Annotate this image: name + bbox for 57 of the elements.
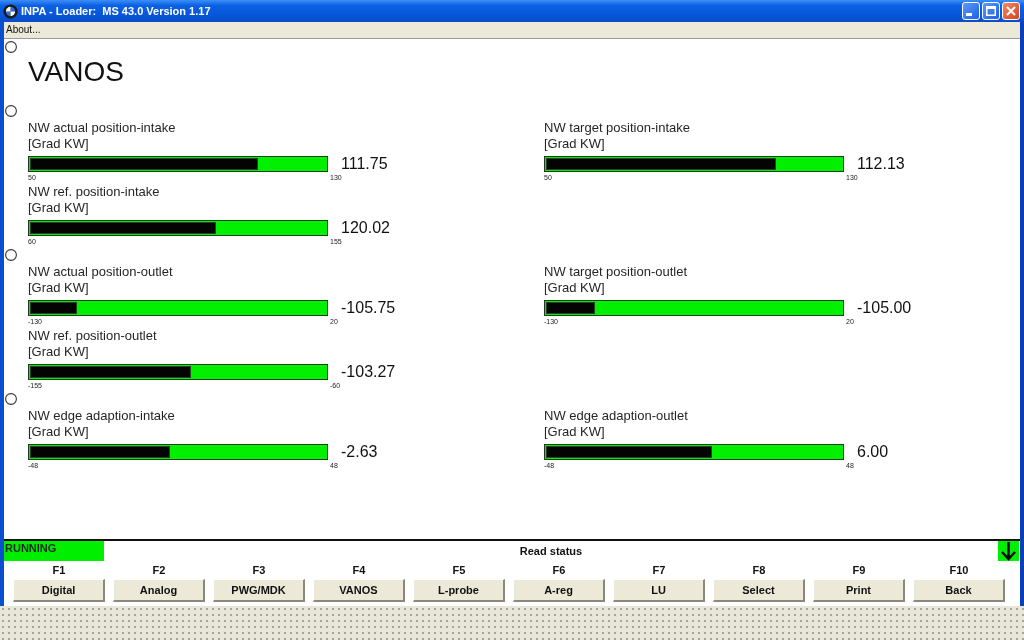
maximize-button[interactable]	[982, 2, 1000, 20]
function-key-label: F2	[152, 563, 166, 577]
gauge-unit: [Grad KW]	[544, 280, 605, 296]
close-button[interactable]	[1002, 2, 1020, 20]
gauge-value: -103.27	[341, 363, 396, 381]
gauge-unit: [Grad KW]	[28, 136, 89, 152]
maximize-icon	[986, 6, 996, 16]
function-key-label: F7	[652, 563, 666, 577]
gauge-label: NW actual position-outlet	[28, 264, 173, 280]
function-button[interactable]: Digital	[13, 579, 105, 602]
gauge-unit: [Grad KW]	[28, 200, 89, 216]
function-button[interactable]: Analog	[113, 579, 205, 602]
window-title: INPA - Loader: MS 43.0 Version 1.17	[21, 4, 211, 18]
function-button[interactable]: PWG/MDK	[213, 579, 305, 602]
function-key-label: F8	[752, 563, 766, 577]
gauge-label: NW ref. position-outlet	[28, 328, 157, 344]
function-key-label: F1	[52, 563, 66, 577]
screen-title: VANOS	[28, 56, 124, 88]
function-button[interactable]: VANOS	[313, 579, 405, 602]
close-icon	[1006, 6, 1016, 16]
function-button[interactable]: Back	[913, 579, 1005, 602]
gauge-value: 120.02	[341, 219, 390, 237]
function-button[interactable]: L-probe	[413, 579, 505, 602]
gauge-label: NW target position-intake	[544, 120, 690, 136]
function-key-label: F9	[852, 563, 866, 577]
down-arrow-icon	[998, 541, 1019, 561]
function-button[interactable]: Print	[813, 579, 905, 602]
gauge-label: NW target position-outlet	[544, 264, 688, 280]
gauge-label: NW edge adaption-outlet	[544, 408, 688, 424]
gauge-value: 6.00	[857, 443, 889, 461]
function-key-label: F3	[252, 563, 266, 577]
gauge-label: NW edge adaption-intake	[28, 408, 175, 424]
function-key-label: F6	[552, 563, 566, 577]
gauge-unit: [Grad KW]	[544, 136, 605, 152]
gauge-label: NW ref. position-intake	[28, 184, 160, 200]
gauge-unit: [Grad KW]	[544, 424, 605, 440]
function-button[interactable]: LU	[613, 579, 705, 602]
function-button[interactable]: Select	[713, 579, 805, 602]
function-key-label: F5	[452, 563, 466, 577]
menu-item[interactable]: About...	[6, 24, 41, 36]
minimize-button[interactable]	[962, 2, 980, 20]
status-indicator: RUNNING	[4, 541, 104, 561]
quartered-circle-icon	[3, 3, 18, 19]
minimize-icon	[966, 13, 972, 16]
gauge-value: -2.63	[341, 443, 378, 461]
gauge-value: -105.00	[857, 299, 912, 317]
gauge-unit: [Grad KW]	[28, 344, 89, 360]
gauge-value: -105.75	[341, 299, 396, 317]
gauge-value: 112.13	[857, 155, 905, 173]
function-key-label: F10	[949, 563, 969, 577]
function-key-label: F4	[352, 563, 366, 577]
gauge-unit: [Grad KW]	[28, 424, 89, 440]
function-button[interactable]: A-reg	[513, 579, 605, 602]
gauge-label: NW actual position-intake	[28, 120, 176, 136]
gauge-unit: [Grad KW]	[28, 280, 89, 296]
gauge-value: 111.75	[341, 155, 388, 173]
status-message: Read status	[519, 544, 583, 558]
